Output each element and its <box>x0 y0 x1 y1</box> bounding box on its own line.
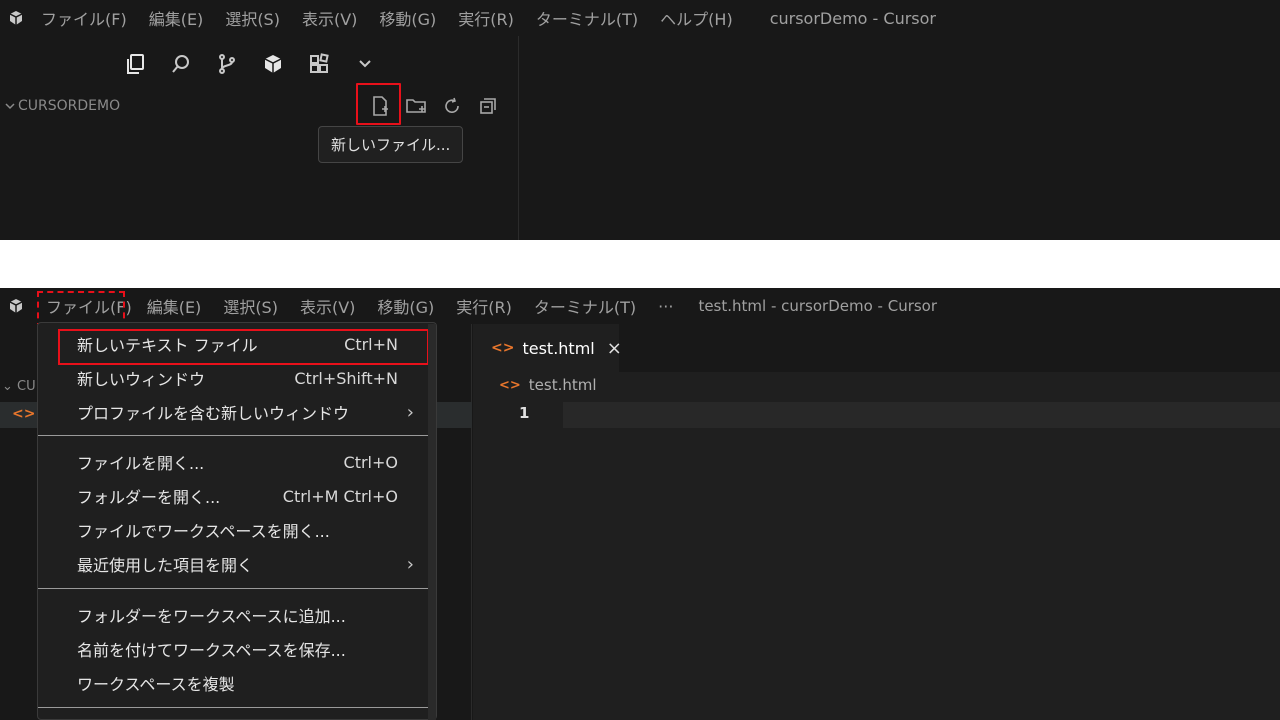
explorer-section-header[interactable]: ⌄ CU <box>2 379 36 394</box>
new-file-tooltip: 新しいファイル... <box>318 126 464 163</box>
menu-item-label: ファイルでワークスペースを開く... <box>77 522 330 541</box>
menu-item-label: フォルダーをワークスペースに追加... <box>77 607 346 626</box>
collapse-all-icon[interactable] <box>470 90 506 122</box>
menu-edit[interactable]: 編集(E) <box>143 294 213 318</box>
new-folder-icon[interactable] <box>398 90 434 122</box>
extensions-icon[interactable] <box>250 44 296 84</box>
menu-selection[interactable]: 選択(S) <box>212 294 289 318</box>
editor-empty-area <box>520 36 1280 240</box>
bottom-screenshot-panel: ファイル(F) 編集(E) 選択(S) 表示(V) 移動(G) 実行(R) ター… <box>0 288 1280 720</box>
menu-item-open-folder[interactable]: フォルダーを開く... Ctrl+M Ctrl+O <box>38 479 436 513</box>
menu-more[interactable]: ··· <box>647 297 684 316</box>
menu-view[interactable]: 表示(V) <box>289 294 366 318</box>
menu-item-open-workspace-from-file[interactable]: ファイルでワークスペースを開く... <box>38 513 436 547</box>
breadcrumb-file: test.html <box>528 376 597 394</box>
menu-edit[interactable]: 編集(E) <box>138 6 215 30</box>
menu-go[interactable]: 移動(G) <box>366 294 445 318</box>
html-file-icon: <> <box>499 377 521 393</box>
menu-item-shortcut: Ctrl+M Ctrl+O <box>282 486 398 506</box>
menu-item-label: プロファイルを含む新しいウィンドウ <box>77 404 350 423</box>
line-number: 1 <box>519 404 530 422</box>
source-control-icon[interactable] <box>204 44 250 84</box>
html-file-icon: <> <box>12 406 36 422</box>
window-title: cursorDemo - Cursor <box>769 8 936 28</box>
explorer-sidebar: CURSORDEMO 新しいファイル... <box>0 36 519 240</box>
menu-item-duplicate-workspace[interactable]: ワークスペースを複製 <box>38 666 436 700</box>
menu-go[interactable]: 移動(G) <box>368 6 447 30</box>
menu-scrollbar[interactable] <box>428 324 436 720</box>
menu-terminal[interactable]: ターミナル(T) <box>525 6 649 30</box>
chevron-down-icon[interactable] <box>342 44 388 84</box>
cursor-logo-icon <box>2 0 30 36</box>
menu-item-shortcut: Ctrl+Shift+N <box>294 368 398 388</box>
current-line-highlight[interactable] <box>563 402 1280 428</box>
menu-help[interactable]: ヘルプ(H) <box>649 6 744 30</box>
menu-item-label: 新しいウィンドウ <box>77 370 206 389</box>
new-file-highlight-box <box>356 83 401 125</box>
menu-item-label: ワークスペースを複製 <box>77 675 235 694</box>
tab-bar: <> test.html × <box>473 324 1280 372</box>
editor-area: <> test.html × <> test.html 1 <box>473 324 1280 720</box>
chevron-down-icon <box>5 103 15 110</box>
menu-item-label: 最近使用した項目を開く <box>77 556 254 575</box>
explorer-title: CURSORDEMO <box>18 98 121 114</box>
cursor-logo-icon <box>2 288 30 324</box>
menu-file[interactable]: ファイル(F) <box>30 6 138 30</box>
menu-item-add-folder-to-workspace[interactable]: フォルダーをワークスペースに追加... <box>38 598 436 632</box>
chevron-right-icon: › <box>406 401 414 423</box>
activity-bar <box>112 44 388 84</box>
menu-run[interactable]: 実行(R) <box>445 294 523 318</box>
menu-separator <box>38 707 436 708</box>
menu-item-shortcut: Ctrl+O <box>343 452 398 472</box>
extensions-grid-icon[interactable] <box>296 44 342 84</box>
close-icon[interactable]: × <box>607 338 622 359</box>
refresh-icon[interactable] <box>434 90 470 122</box>
menu-run[interactable]: 実行(R) <box>447 6 525 30</box>
menu-item-new-window[interactable]: 新しいウィンドウ Ctrl+Shift+N <box>38 361 436 395</box>
new-text-file-highlight-box <box>58 329 429 365</box>
breadcrumb[interactable]: <> test.html <box>499 376 597 394</box>
menu-selection[interactable]: 選択(S) <box>214 6 291 30</box>
menu-item-label: 名前を付けてワークスペースを保存... <box>77 641 346 660</box>
menu-item-label: フォルダーを開く... <box>77 488 221 507</box>
menu-item-new-window-with-profile[interactable]: プロファイルを含む新しいウィンドウ › <box>38 395 436 429</box>
menu-separator <box>38 588 436 589</box>
html-file-icon: <> <box>491 340 515 356</box>
tab-test-html[interactable]: <> test.html × <box>473 324 622 372</box>
explorer-title: CU <box>17 379 36 394</box>
window-title: test.html - cursorDemo - Cursor <box>698 297 938 315</box>
search-icon[interactable] <box>158 44 204 84</box>
menu-view[interactable]: 表示(V) <box>291 6 368 30</box>
menu-item-open-file[interactable]: ファイルを開く... Ctrl+O <box>38 445 436 479</box>
title-bar: ファイル(F) 編集(E) 選択(S) 表示(V) 移動(G) 実行(R) ター… <box>0 288 1280 324</box>
menu-item-label: ファイルを開く... <box>77 454 205 473</box>
file-menu-dropdown: 新しいテキスト ファイル Ctrl+N 新しいウィンドウ Ctrl+Shift+… <box>37 322 437 720</box>
menu-terminal[interactable]: ターミナル(T) <box>523 294 647 318</box>
menu-item-save-workspace-as[interactable]: 名前を付けてワークスペースを保存... <box>38 632 436 666</box>
chevron-right-icon: › <box>406 553 414 575</box>
menu-item-open-recent[interactable]: 最近使用した項目を開く › <box>38 547 436 581</box>
menu-separator <box>38 435 436 436</box>
top-screenshot-panel: ファイル(F) 編集(E) 選択(S) 表示(V) 移動(G) 実行(R) ター… <box>0 0 1280 240</box>
tab-label: test.html <box>522 338 595 358</box>
title-bar: ファイル(F) 編集(E) 選択(S) 表示(V) 移動(G) 実行(R) ター… <box>0 0 1280 36</box>
explorer-section-header[interactable]: CURSORDEMO <box>4 98 120 114</box>
files-icon[interactable] <box>112 44 158 84</box>
